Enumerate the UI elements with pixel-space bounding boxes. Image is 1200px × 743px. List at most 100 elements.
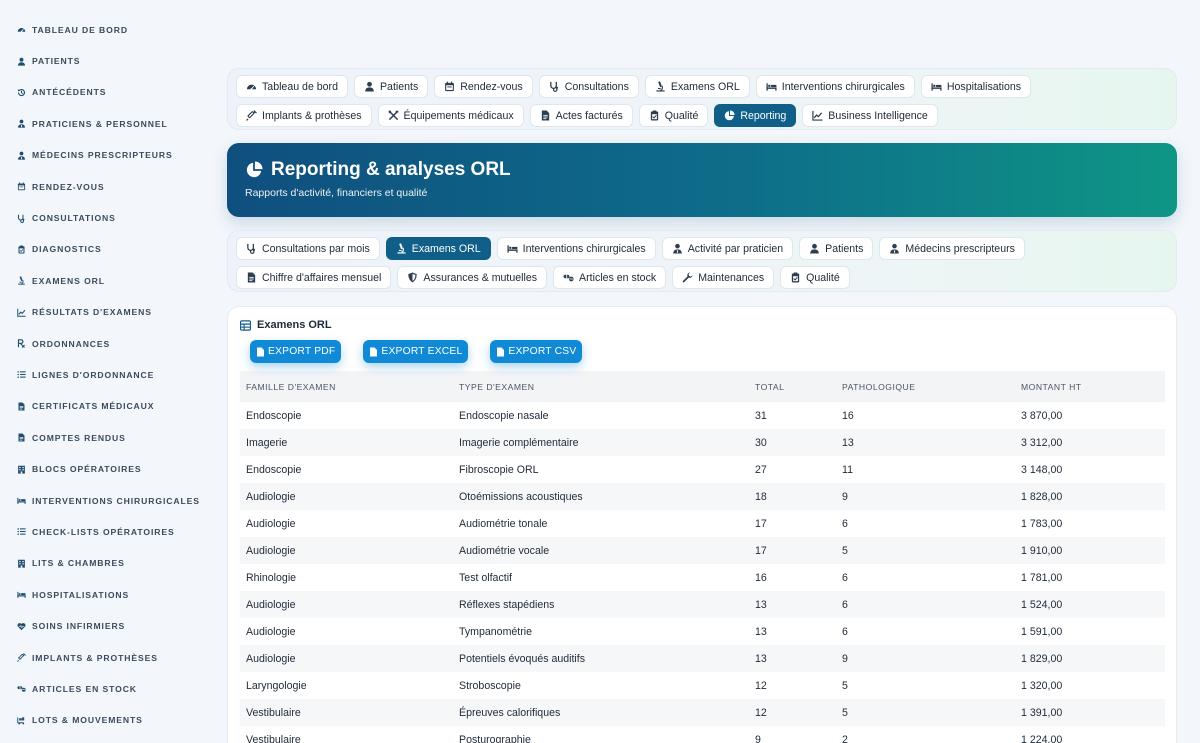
column-header[interactable]: PATHOLOGIQUE: [836, 371, 1015, 402]
microscope-icon: [655, 81, 666, 92]
card-title-row: Examens ORL: [240, 319, 1164, 331]
report-tab-articles-en-stock[interactable]: Articles en stock: [553, 266, 667, 289]
tab-label: Patients: [825, 242, 864, 255]
tab-label: Qualité: [664, 109, 699, 122]
tab-consultations[interactable]: Consultations: [538, 75, 639, 98]
sidebar-item-medecins-prescripteurs[interactable]: Médecins prescripteurs: [0, 140, 205, 171]
report-tab-assurances-mutuelles[interactable]: Assurances & mutuelles: [397, 266, 548, 289]
bed-icon: [507, 243, 518, 254]
sidebar-item-implants-protheses[interactable]: Implants & prothèses: [0, 642, 205, 673]
export-csv-button[interactable]: EXPORT CSV: [490, 340, 583, 363]
report-tab-examens-orl[interactable]: Examens ORL: [385, 237, 491, 260]
pie-chart-icon: [245, 161, 263, 179]
export-pdf-button[interactable]: EXPORT PDF: [250, 340, 342, 363]
tab-label: Maintenances: [698, 271, 765, 284]
table-cell: 6: [842, 517, 848, 530]
sidebar-item-consultations[interactable]: Consultations: [0, 202, 205, 233]
table-row: Audiologie Audiométrie tonale 17 6 1 783,00: [240, 510, 1165, 537]
table-cell: Audiologie: [240, 537, 453, 564]
column-header[interactable]: TYPE D'EXAMEN: [453, 371, 749, 402]
sidebar-item-articles-en-stock[interactable]: Articles en stock: [0, 673, 205, 704]
table-cell: 9: [836, 645, 1015, 672]
sidebar-item-check-lists-operatoires[interactable]: Check-lists opératoires: [0, 516, 205, 547]
sidebar-item-lignes-d-ordonnance[interactable]: Lignes d'ordonnance: [0, 359, 205, 390]
tab-label: Actes facturés: [555, 109, 623, 122]
table-cell: Endoscopie: [246, 463, 302, 476]
clipboard-icon: [790, 272, 801, 283]
tab-interventions-chirurgicales[interactable]: Interventions chirurgicales: [755, 75, 915, 98]
table-cell: 1 781,00: [1021, 571, 1063, 584]
tab-business-intelligence[interactable]: Business Intelligence: [802, 104, 938, 127]
sidebar: Tableau de bord Patients Antécédents Pratic…: [0, 0, 205, 743]
sidebar-item-hospitalisations[interactable]: Hospitalisations: [0, 579, 205, 610]
file-icon: [16, 433, 26, 443]
sidebar-item-antecedents[interactable]: Antécédents: [0, 77, 205, 108]
building-icon: [16, 558, 26, 568]
table-cell: 12: [749, 699, 836, 726]
chart-line-icon: [812, 110, 823, 121]
sidebar-item-lits-chambres[interactable]: Lits & chambres: [0, 548, 205, 579]
sidebar-item-certificats-medicaux[interactable]: Certificats médicaux: [0, 391, 205, 422]
tab-hospitalisations[interactable]: Hospitalisations: [920, 75, 1032, 98]
tab-reporting[interactable]: Reporting: [714, 104, 797, 127]
clipboard-icon: [649, 110, 660, 121]
sidebar-item-praticiens-personnel[interactable]: Praticiens & personnel: [0, 108, 205, 139]
sidebar-item-label: Implants & prothèses: [32, 652, 158, 663]
sidebar-item-blocs-operatoires[interactable]: Blocs opératoires: [0, 453, 205, 484]
table-cell: Imagerie: [240, 429, 453, 456]
sidebar-item-label: Lots & mouvements: [32, 715, 143, 726]
sidebar-item-comptes-rendus[interactable]: Comptes rendus: [0, 422, 205, 453]
column-header[interactable]: MONTANT HT: [1015, 371, 1165, 402]
tab-label: Implants & prothèses: [262, 109, 362, 122]
report-tab-chiffre-d-affaires-mensuel[interactable]: Chiffre d'affaires mensuel: [236, 266, 392, 289]
report-tab-interventions-chirurgicales[interactable]: Interventions chirurgicales: [496, 237, 656, 260]
table-row: Audiologie Potentiels évoqués auditifs 13 9…: [240, 645, 1165, 672]
sidebar-item-diagnostics[interactable]: Diagnostics: [0, 234, 205, 265]
column-header[interactable]: FAMILLE D'EXAMEN: [240, 371, 453, 402]
column-header[interactable]: TOTAL: [749, 371, 836, 402]
table-cell: 11: [842, 463, 853, 476]
sidebar-item-equipements-medicaux[interactable]: Équipements médicaux: [0, 736, 205, 743]
table-cell: 13: [755, 625, 767, 638]
report-tab-maintenances[interactable]: Maintenances: [672, 266, 775, 289]
tab-qualite[interactable]: Qualité: [638, 104, 709, 127]
sidebar-item-patients[interactable]: Patients: [0, 45, 205, 76]
sidebar-item-lots-mouvements[interactable]: Lots & mouvements: [0, 705, 205, 736]
table-cell: 16: [842, 409, 854, 422]
report-tab-activite-par-praticien[interactable]: Activité par praticien: [661, 237, 794, 260]
sidebar-item-soins-infirmiers[interactable]: Soins infirmiers: [0, 610, 205, 641]
page-title: Reporting & analyses ORL: [271, 159, 511, 180]
sidebar-item-label: Résultats d'examens: [32, 307, 152, 318]
report-tab-medecins-prescripteurs[interactable]: Médecins prescripteurs: [879, 237, 1025, 260]
tab-rendez-vous[interactable]: Rendez-vous: [434, 75, 533, 98]
tab-implants-protheses[interactable]: Implants & prothèses: [236, 104, 372, 127]
tab-patients[interactable]: Patients: [353, 75, 429, 98]
sidebar-item-tableau-de-bord[interactable]: Tableau de bord: [0, 14, 205, 45]
sidebar-item-examens-orl[interactable]: Examens ORL: [0, 265, 205, 296]
sidebar-item-interventions-chirurgicales[interactable]: Interventions chirurgicales: [0, 485, 205, 516]
sidebar-item-rendez-vous[interactable]: Rendez-vous: [0, 171, 205, 202]
dashboard-icon: [246, 81, 257, 92]
user-icon: [364, 81, 375, 92]
table-cell: Laryngologie: [246, 679, 307, 692]
sidebar-item-resultats-d-examens[interactable]: Résultats d'examens: [0, 297, 205, 328]
tab-actes-factures[interactable]: Actes facturés: [529, 104, 633, 127]
list-icon: [16, 370, 26, 380]
tab-tableau-de-bord[interactable]: Tableau de bord: [236, 75, 348, 98]
export-excel-button[interactable]: EXPORT EXCEL: [363, 340, 469, 363]
table-cell: 5: [836, 537, 1015, 564]
export-pdf-label: EXPORT PDF: [268, 346, 336, 357]
sidebar-item-label: Patients: [32, 56, 81, 67]
report-tab-qualite[interactable]: Qualité: [780, 266, 850, 289]
hero-banner: Reporting & analyses ORL Rapports d'acti…: [227, 143, 1177, 217]
report-tab-consultations-par-mois[interactable]: Consultations par mois: [236, 237, 380, 260]
sidebar-item-label: Tableau de bord: [32, 24, 128, 35]
bed-icon: [16, 496, 26, 506]
tab-equipements-medicaux[interactable]: Équipements médicaux: [377, 104, 524, 127]
sidebar-item-label: Lits & chambres: [32, 558, 125, 569]
sidebar-item-ordonnances[interactable]: Ordonnances: [0, 328, 205, 359]
report-tab-patients[interactable]: Patients: [799, 237, 874, 260]
tab-examens-orl[interactable]: Examens ORL: [644, 75, 750, 98]
tab-label: Business Intelligence: [828, 109, 928, 122]
export-buttons: EXPORT PDF EXPORT EXCEL EXPORT CSV: [250, 340, 1164, 363]
